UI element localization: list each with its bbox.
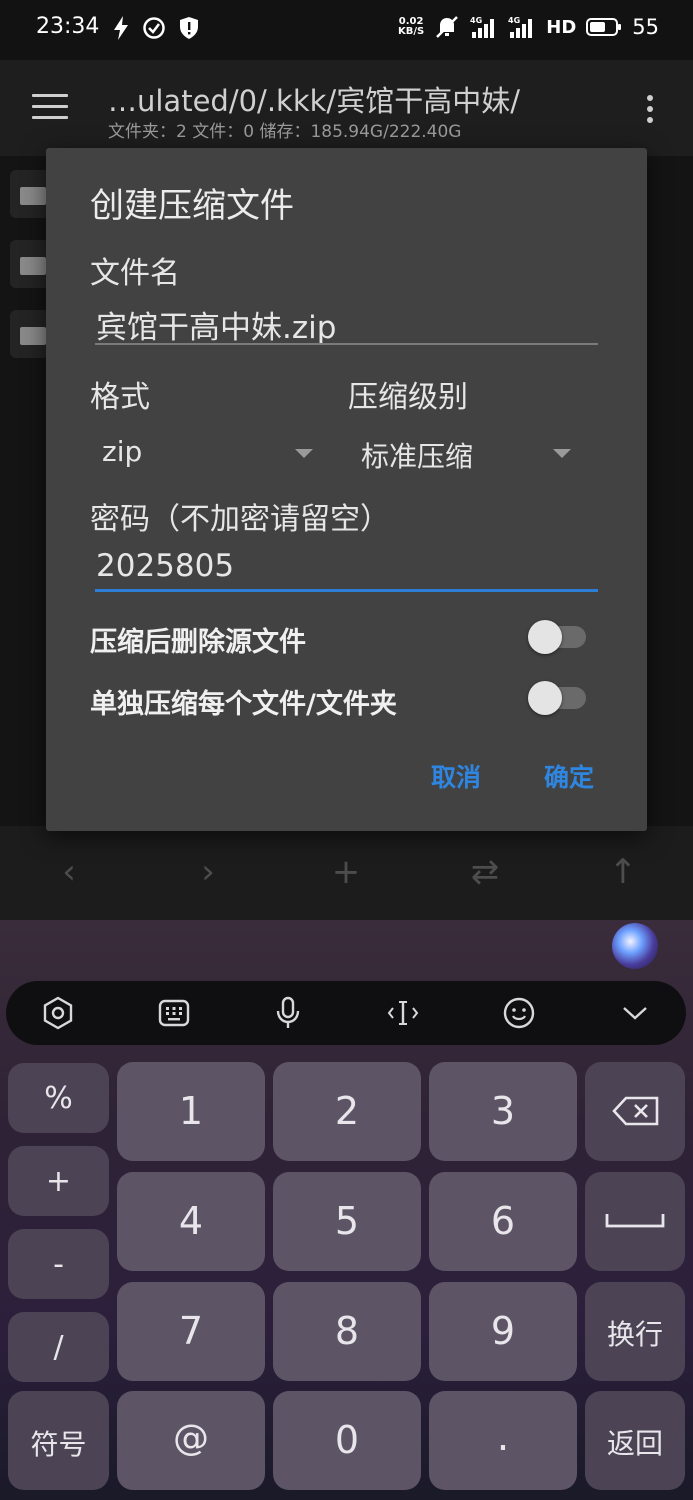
list-item[interactable] (10, 310, 50, 358)
key-2[interactable]: 2 (273, 1062, 421, 1161)
svg-text:4G: 4G (508, 16, 520, 25)
key-6[interactable]: 6 (429, 1172, 577, 1271)
space-icon (605, 1214, 665, 1228)
separate-switch[interactable] (528, 681, 586, 715)
key-9[interactable]: 9 (429, 1282, 577, 1381)
assistant-icon[interactable] (612, 923, 658, 969)
more-options-icon[interactable] (644, 95, 656, 125)
emoji-icon[interactable] (501, 995, 537, 1031)
folder-icon (20, 327, 46, 345)
key-dot[interactable]: . (429, 1391, 577, 1490)
up-icon[interactable]: ↑ (603, 852, 643, 892)
bottom-nav: ‹ › + ⇄ ↑ (0, 826, 693, 920)
delete-source-switch[interactable] (528, 620, 586, 654)
create-archive-dialog: 创建压缩文件 文件名 宾馆干高中妹.zip 格式 压缩级别 zip 标准压缩 密… (46, 148, 647, 831)
check-circle-icon (143, 17, 165, 39)
forward-icon[interactable]: › (188, 852, 228, 892)
list-item[interactable] (10, 170, 50, 218)
folder-icon (20, 187, 46, 205)
delete-source-label: 压缩后删除源文件 (90, 627, 306, 658)
password-underline (95, 589, 598, 592)
backspace-key[interactable] (585, 1062, 685, 1161)
password-label: 密码（不加密请留空） (90, 502, 390, 537)
mute-icon (436, 16, 459, 38)
key-0[interactable]: 0 (273, 1391, 421, 1490)
filename-underline (95, 343, 598, 345)
key-minus[interactable]: - (8, 1229, 109, 1299)
collapse-chevron-icon[interactable] (617, 995, 653, 1031)
filename-field[interactable]: 宾馆干高中妹.zip (96, 302, 336, 347)
folder-icon (20, 257, 46, 275)
flash-icon (114, 16, 128, 40)
key-8[interactable]: 8 (273, 1282, 421, 1381)
network-speed: 0.02 KB/S (398, 16, 425, 37)
signal-4g-icon: 4G (470, 16, 495, 38)
settings-hex-icon[interactable] (40, 995, 76, 1031)
mic-icon[interactable] (270, 995, 306, 1031)
shield-icon (180, 17, 198, 39)
add-icon[interactable]: + (326, 852, 366, 892)
back-icon[interactable]: ‹ (49, 852, 89, 892)
menu-icon[interactable] (32, 94, 68, 122)
key-symbols[interactable]: 符号 (8, 1391, 109, 1490)
filename-label: 文件名 (90, 256, 180, 291)
key-7[interactable]: 7 (117, 1282, 265, 1381)
level-label: 压缩级别 (348, 380, 468, 415)
key-4[interactable]: 4 (117, 1172, 265, 1271)
keyboard-icon[interactable] (156, 995, 192, 1031)
key-3[interactable]: 3 (429, 1062, 577, 1161)
cancel-button[interactable]: 取消 (431, 758, 481, 794)
app-bar: …ulated/0/.kkk/宾馆干高中妹/ 文件夹：2 文件：0 储存：185… (0, 60, 693, 156)
list-item[interactable] (10, 240, 50, 288)
cursor-icon[interactable] (385, 995, 421, 1031)
battery-icon (586, 18, 622, 36)
ok-button[interactable]: 确定 (544, 758, 594, 794)
svg-text:4G: 4G (470, 16, 482, 25)
backspace-icon (612, 1096, 659, 1126)
space-key[interactable] (585, 1172, 685, 1271)
current-path: …ulated/0/.kkk/宾馆干高中妹/ (108, 84, 520, 118)
status-time: 23:34 (36, 14, 100, 39)
password-field[interactable]: 2025805 (96, 548, 234, 584)
key-at[interactable]: @ (117, 1391, 265, 1490)
key-5[interactable]: 5 (273, 1172, 421, 1271)
dialog-title: 创建压缩文件 (90, 186, 294, 226)
format-label: 格式 (90, 380, 150, 415)
key-slash[interactable]: / (8, 1312, 109, 1382)
key-1[interactable]: 1 (117, 1062, 265, 1161)
signal-4g-icon: 4G (508, 16, 533, 38)
status-bar: 23:34 0.02 KB/S 4G 4G HD 55 (0, 0, 693, 60)
network-type: HD (546, 16, 577, 38)
return-key[interactable]: 返回 (585, 1391, 685, 1490)
key-plus[interactable]: + (8, 1146, 109, 1216)
chevron-down-icon (295, 449, 313, 458)
numeric-keyboard: % + - / 符号 1 2 3 4 5 6 7 8 9 @ 0 . 换行 返回 (0, 920, 693, 1500)
folder-info: 文件夹：2 文件：0 储存：185.94G/222.40G (108, 122, 462, 142)
swap-icon[interactable]: ⇄ (465, 852, 505, 892)
chevron-down-icon (553, 449, 571, 458)
battery-level: 55 (632, 15, 659, 39)
keyboard-toolbar (6, 981, 686, 1045)
enter-key[interactable]: 换行 (585, 1282, 685, 1381)
separate-label: 单独压缩每个文件/文件夹 (90, 689, 397, 720)
key-percent[interactable]: % (8, 1063, 109, 1133)
